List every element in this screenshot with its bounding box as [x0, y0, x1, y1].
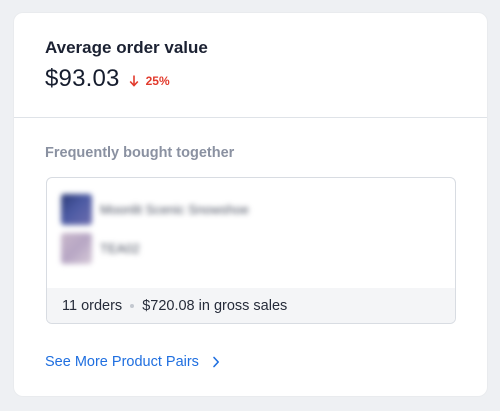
metric-value-row: $93.03 25% — [45, 65, 170, 93]
average-order-value-card: Average order value $93.03 25% Frequentl… — [14, 13, 487, 396]
product-name: TEA02 — [100, 241, 140, 256]
metric-value: $93.03 — [45, 65, 120, 92]
trend-percentage: 25% — [145, 73, 170, 88]
dot-separator — [130, 303, 135, 308]
product-pair-box[interactable]: Moonlit Scenic Snowshoe TEA02 11 orders … — [46, 177, 456, 324]
chevron-right-icon — [213, 356, 219, 368]
trend-indicator: 25% — [129, 74, 170, 88]
section-divider — [14, 117, 487, 118]
gross-sales: $720.08 in gross sales — [142, 297, 288, 314]
section-title: Frequently bought together — [45, 145, 235, 161]
see-more-product-pairs-link[interactable]: See More Product Pairs — [45, 354, 220, 370]
product-row: TEA02 — [61, 233, 140, 264]
product-name: Moonlit Scenic Snowshoe — [100, 202, 249, 217]
metric-label: Average order value — [45, 38, 208, 57]
product-thumbnail — [61, 194, 92, 225]
see-more-label: See More Product Pairs — [45, 354, 199, 370]
arrow-down-icon — [129, 75, 138, 87]
product-thumbnail — [61, 233, 92, 264]
pair-stats-footer: 11 orders $720.08 in gross sales — [47, 288, 455, 323]
orders-count: 11 orders — [62, 297, 123, 314]
product-row: Moonlit Scenic Snowshoe — [61, 194, 249, 225]
metric-section: Average order value $93.03 25% — [14, 13, 487, 118]
